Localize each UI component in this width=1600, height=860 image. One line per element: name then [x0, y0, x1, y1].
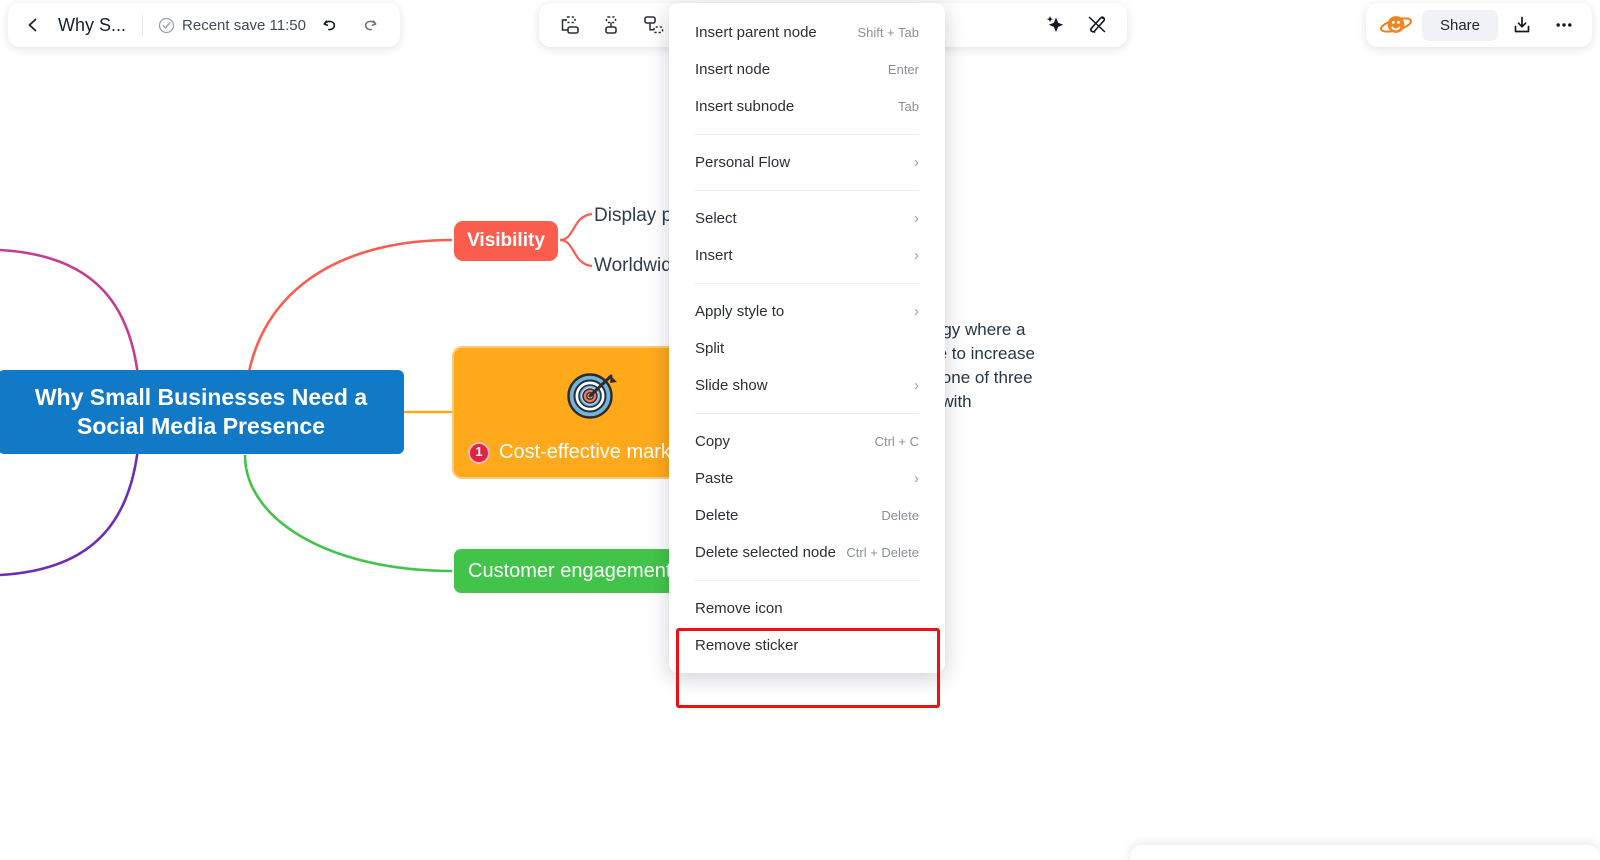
more-horizontal-icon: [1553, 14, 1575, 36]
redo-icon: [360, 15, 380, 35]
export-button[interactable]: [1504, 8, 1540, 42]
menu-item-label: Insert parent node: [695, 24, 817, 41]
bottom-right-panel[interactable]: [1130, 845, 1600, 860]
node-context-menu[interactable]: Insert parent node Shift + Tab Insert no…: [669, 3, 945, 673]
menu-item-shortcut: Shift + Tab: [857, 25, 919, 40]
menu-item-label: Remove icon: [695, 600, 783, 617]
magic-wand-icon: [1085, 13, 1109, 37]
menu-item-insert-node[interactable]: Insert node Enter: [669, 51, 945, 88]
insert-subnode-icon: [641, 13, 665, 37]
node-number-badge: 1: [468, 442, 490, 464]
menu-separator: [695, 580, 919, 581]
menu-item-shortcut: Ctrl + Delete: [846, 545, 919, 560]
insert-node-icon: [599, 13, 623, 37]
insert-parent-node-button[interactable]: [551, 8, 587, 42]
menu-separator: [695, 190, 919, 191]
menu-item-personal-flow[interactable]: Personal Flow ›: [669, 144, 945, 181]
back-button[interactable]: [18, 10, 48, 40]
check-circle-icon: [158, 17, 175, 34]
menu-item-insert-subnode[interactable]: Insert subnode Tab: [669, 88, 945, 125]
undo-button[interactable]: [314, 9, 346, 41]
magic-wand-button[interactable]: [1079, 8, 1115, 42]
menu-item-label: Insert: [695, 247, 733, 264]
cost-node-label: Cost-effective mark: [499, 440, 671, 465]
mindmap-node-visibility[interactable]: Visibility: [454, 221, 558, 261]
menu-separator: [695, 413, 919, 414]
menu-item-apply-style-to[interactable]: Apply style to ›: [669, 293, 945, 330]
chevron-right-icon: ›: [914, 471, 919, 486]
menu-item-label: Paste: [695, 470, 733, 487]
chevron-left-icon: [24, 16, 42, 34]
document-toolbar-left: Why S... Recent save 11:50: [8, 3, 400, 47]
ai-sparkle-icon: [1043, 13, 1067, 37]
orange-planet-logo[interactable]: [1376, 8, 1416, 42]
insert-parent-node-icon: [557, 13, 581, 37]
ai-button[interactable]: [1037, 8, 1073, 42]
save-status-label: Recent save 11:50: [182, 17, 306, 34]
save-status: Recent save 11:50: [158, 17, 306, 34]
menu-item-delete[interactable]: Delete Delete: [669, 497, 945, 534]
menu-item-copy[interactable]: Copy Ctrl + C: [669, 423, 945, 460]
insert-subnode-button[interactable]: [635, 8, 671, 42]
menu-item-shortcut: Ctrl + C: [875, 434, 919, 449]
root-node-label: Why Small Businesses Need a Social Media…: [12, 383, 390, 441]
orange-planet-logo-icon: [1379, 11, 1413, 39]
menu-item-split[interactable]: Split: [669, 330, 945, 367]
menu-item-label: Remove sticker: [695, 637, 798, 654]
menu-item-label: Split: [695, 340, 724, 357]
mindmap-root-node[interactable]: Why Small Businesses Need a Social Media…: [0, 370, 404, 454]
customer-node-label: Customer engagement: [468, 559, 671, 584]
chevron-right-icon: ›: [914, 248, 919, 263]
menu-item-insert-parent-node[interactable]: Insert parent node Shift + Tab: [669, 14, 945, 51]
insert-node-button[interactable]: [593, 8, 629, 42]
menu-item-slide-show[interactable]: Slide show ›: [669, 367, 945, 404]
menu-item-label: Insert subnode: [695, 98, 794, 115]
mindmap-leaf-display[interactable]: Display pr: [594, 205, 678, 227]
menu-item-paste[interactable]: Paste ›: [669, 460, 945, 497]
toolbar-divider: [142, 14, 143, 36]
download-icon: [1511, 14, 1533, 36]
menu-separator: [695, 134, 919, 135]
chevron-right-icon: ›: [914, 378, 919, 393]
cost-node-label-row: 1 Cost-effective mark: [468, 440, 671, 465]
menu-item-label: Personal Flow: [695, 154, 790, 171]
more-options-button[interactable]: [1546, 8, 1582, 42]
menu-item-shortcut: Enter: [888, 62, 919, 77]
menu-item-label: Apply style to: [695, 303, 784, 320]
menu-item-shortcut: Delete: [881, 508, 919, 523]
menu-item-label: Delete: [695, 507, 738, 524]
chevron-right-icon: ›: [914, 155, 919, 170]
undo-icon: [320, 15, 340, 35]
visibility-node-label: Visibility: [467, 229, 545, 253]
menu-item-insert[interactable]: Insert ›: [669, 237, 945, 274]
share-button[interactable]: Share: [1422, 10, 1498, 41]
menu-item-delete-selected-node[interactable]: Delete selected node Ctrl + Delete: [669, 534, 945, 571]
app-root: Why Small Businesses Need a Social Media…: [0, 0, 1600, 860]
chevron-right-icon: ›: [914, 304, 919, 319]
menu-item-label: Select: [695, 210, 737, 227]
menu-item-label: Copy: [695, 433, 730, 450]
target-dartboard-sticker: [564, 366, 620, 422]
menu-item-label: Insert node: [695, 61, 770, 78]
leaf-display-label: Display pr: [594, 205, 678, 226]
document-title[interactable]: Why S...: [58, 15, 126, 36]
menu-separator: [695, 283, 919, 284]
menu-item-label: Slide show: [695, 377, 768, 394]
redo-button[interactable]: [354, 9, 386, 41]
document-toolbar-right: Share: [1366, 3, 1592, 47]
menu-item-remove-icon[interactable]: Remove icon: [669, 590, 945, 627]
menu-item-select[interactable]: Select ›: [669, 200, 945, 237]
menu-item-shortcut: Tab: [898, 99, 919, 114]
chevron-right-icon: ›: [914, 211, 919, 226]
menu-item-label: Delete selected node: [695, 544, 836, 561]
menu-item-remove-sticker[interactable]: Remove sticker: [669, 627, 945, 664]
